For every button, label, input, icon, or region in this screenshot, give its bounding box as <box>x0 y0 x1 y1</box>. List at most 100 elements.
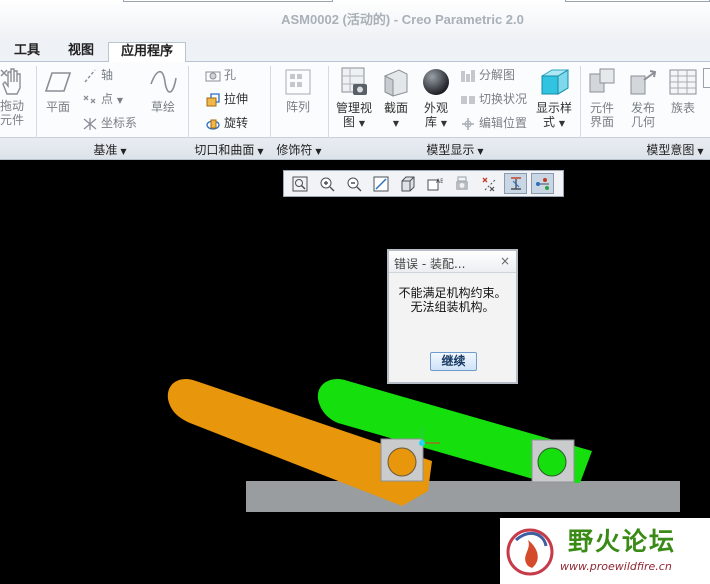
datum-display-icon <box>482 177 496 192</box>
ribbon-tabs: 工具 视图 应用程序 <box>0 40 710 62</box>
display-style-label-2: 式 <box>543 115 556 129</box>
drag-components-label-2: 元件 <box>0 113 24 127</box>
quick-access-toolbar[interactable] <box>123 0 333 2</box>
sketch-button[interactable]: 草绘 <box>145 70 181 114</box>
exploded-view-button[interactable]: 分解图 <box>460 66 515 84</box>
watermark-url: www.proewildfire.cn <box>560 560 672 573</box>
coordinate-system-icon <box>83 117 97 130</box>
search-box[interactable] <box>565 0 710 2</box>
display-style-toggle-button[interactable] <box>396 173 419 194</box>
dialog-message-line-1: 不能满足机构约束。 <box>398 286 507 300</box>
section-label: 截面 <box>383 101 408 115</box>
hole-label: 孔 <box>224 68 237 82</box>
exploded-view-label: 分解图 <box>479 68 516 82</box>
manage-views-icon <box>341 67 367 95</box>
drag-components-button[interactable]: 拖动 元件 <box>0 66 30 127</box>
dialog-title-bar[interactable]: 错误 - 装配... × <box>389 251 516 273</box>
svg-text:AB: AB <box>436 178 443 185</box>
manage-views-button[interactable]: 管理视 图 ▼ <box>332 66 376 131</box>
chevron-down-icon: ▼ <box>697 147 704 156</box>
tab-tools[interactable]: 工具 <box>2 42 52 62</box>
hole-button[interactable]: 孔 <box>205 66 236 84</box>
display-style-cube-icon <box>541 69 569 95</box>
chevron-down-icon: ▼ <box>477 147 484 156</box>
publish-geometry-label-1: 发布 <box>630 101 655 115</box>
display-style-button[interactable]: 显示样 式 ▼ <box>532 66 576 131</box>
group-cut-surface-label: 切口和曲面 <box>194 143 255 157</box>
extrude-label: 拉伸 <box>224 92 249 106</box>
cube-icon <box>401 176 415 192</box>
sphere-icon <box>423 69 449 95</box>
watermark-name: 野火论坛 <box>568 527 677 556</box>
point-button[interactable]: 点 ▼ <box>82 90 123 108</box>
view-manager-button[interactable] <box>450 173 473 194</box>
refit-icon <box>373 176 389 192</box>
refit-button[interactable] <box>369 173 392 194</box>
component-interface-button[interactable]: 元件 界面 <box>584 66 620 129</box>
zoom-window-icon <box>292 176 308 192</box>
zoom-window-button[interactable] <box>288 173 311 194</box>
group-datum[interactable]: 基准 ▼ <box>60 141 160 158</box>
toggle-status-button[interactable]: 切换状况 <box>460 90 527 108</box>
revolve-button[interactable]: 旋转 <box>205 114 248 132</box>
family-table-icon <box>669 69 697 95</box>
publish-geometry-button[interactable]: 发布 几何 <box>625 66 661 129</box>
right-pin <box>537 447 567 477</box>
annotation-display-button[interactable] <box>531 173 554 194</box>
view-toolbar: AB <box>283 170 564 197</box>
point-icon <box>83 95 96 103</box>
group-datum-label: 基准 <box>93 143 118 157</box>
sketch-label: 草绘 <box>150 100 175 114</box>
continue-button[interactable]: 继续 <box>430 352 477 371</box>
saved-orientations-button[interactable]: AB <box>423 173 446 194</box>
overflow-icon <box>703 68 710 88</box>
ribbon-group-bar: 基准 ▼ 切口和曲面 ▼ 修饰符 ▼ 模型显示 ▼ 模型意图 ▼ <box>0 138 710 160</box>
appearance-label-2: 库 <box>425 115 438 129</box>
axis-icon <box>84 69 96 82</box>
error-dialog: 错误 - 装配... × 不能满足机构约束。 无法组装机构。 继续 <box>387 249 518 384</box>
close-icon[interactable]: × <box>500 254 510 268</box>
chevron-down-icon: ▼ <box>120 147 127 156</box>
chevron-down-icon: ▼ <box>558 119 565 128</box>
axis-button[interactable]: 轴 <box>82 66 113 84</box>
group-model-intent[interactable]: 模型意图 ▼ <box>640 141 710 158</box>
spin-center-button[interactable] <box>504 173 527 194</box>
exploded-view-icon <box>461 69 475 82</box>
dialog-title: 错误 - 装配... <box>394 257 466 271</box>
group-model-display[interactable]: 模型显示 ▼ <box>380 141 530 158</box>
zoom-in-button[interactable] <box>315 173 338 194</box>
chevron-down-icon: ▼ <box>358 119 365 128</box>
zoom-out-button[interactable] <box>342 173 365 194</box>
point-label: 点 <box>101 92 114 106</box>
appearance-gallery-button[interactable]: 外观 库 ▼ <box>418 66 454 131</box>
plane-label: 平面 <box>45 100 70 114</box>
tab-applications[interactable]: 应用程序 <box>108 42 186 62</box>
dialog-message: 不能满足机构约束。 无法组装机构。 <box>389 286 516 314</box>
group-cut-surface[interactable]: 切口和曲面 ▼ <box>188 141 270 158</box>
csys-button[interactable]: 坐标系 <box>82 114 137 132</box>
family-table-button[interactable]: 族表 <box>666 66 700 115</box>
ribbon: 拖动 元件 平面 轴 点 ▼ 坐标系 草绘 孔 拉伸 旋转 阵列 管理视 图 ▼… <box>0 62 710 138</box>
revolve-label: 旋转 <box>224 116 249 130</box>
tab-view[interactable]: 视图 <box>56 42 106 62</box>
component-interface-label-1: 元件 <box>589 101 614 115</box>
manage-views-label-1: 管理视 <box>335 101 372 115</box>
pattern-button[interactable]: 阵列 <box>280 68 316 114</box>
annotation-display-icon <box>536 178 549 190</box>
zoom-in-icon <box>320 177 335 192</box>
group-modifier[interactable]: 修饰符 ▼ <box>270 141 328 158</box>
ground-plate <box>246 481 680 512</box>
watermark: 野火论坛 www.proewildfire.cn <box>500 518 710 584</box>
group-model-intent-label: 模型意图 <box>646 143 695 157</box>
chevron-down-icon: ▼ <box>392 119 400 128</box>
plane-button[interactable]: 平面 <box>40 70 76 114</box>
chevron-down-icon: ▼ <box>315 147 322 156</box>
section-button[interactable]: 截面 ▼ <box>378 66 414 131</box>
datum-display-button[interactable] <box>477 173 500 194</box>
edit-position-button[interactable]: 编辑位置 <box>460 114 527 132</box>
publish-geometry-label-2: 几何 <box>630 115 655 129</box>
dialog-message-line-2: 无法组装机构。 <box>410 300 495 314</box>
hand-drag-icon <box>0 68 21 95</box>
section-icon <box>384 69 408 97</box>
extrude-button[interactable]: 拉伸 <box>205 90 248 108</box>
